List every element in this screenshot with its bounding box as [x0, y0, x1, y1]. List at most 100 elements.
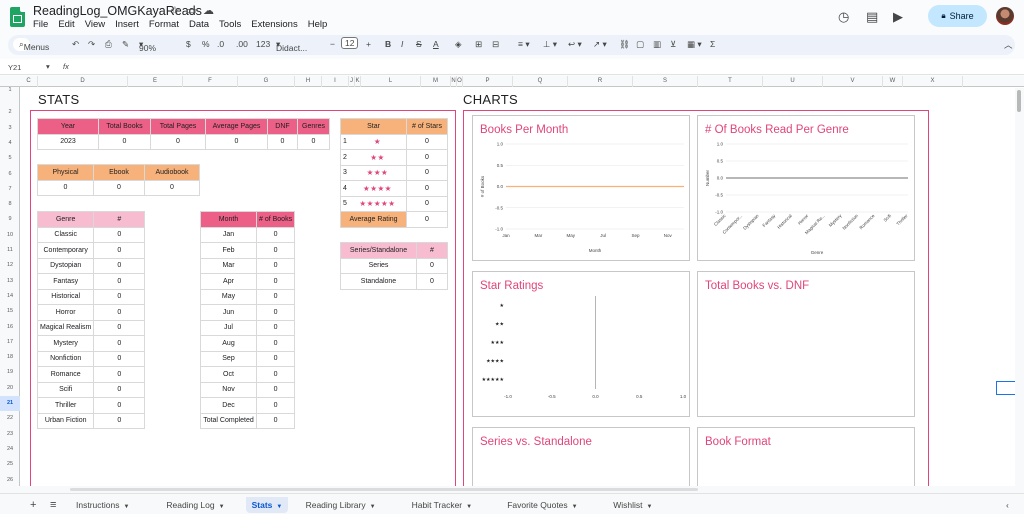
summary-value[interactable]: 0	[205, 133, 268, 150]
month-name[interactable]: Jan	[200, 226, 257, 243]
functions-icon[interactable]: Σ	[710, 39, 715, 49]
genre-name[interactable]: Classic	[36, 226, 95, 243]
genre-count[interactable]: 0	[93, 350, 146, 367]
genre-count[interactable]: 0	[93, 304, 146, 321]
star-rating-icons[interactable]: ★★	[348, 149, 407, 166]
series-name[interactable]: Series	[340, 257, 417, 274]
star-rating-icons[interactable]: ★★★	[348, 164, 407, 181]
month-count[interactable]: 0	[255, 304, 296, 321]
row-header[interactable]: 19	[0, 365, 20, 380]
column-header[interactable]: X	[903, 76, 963, 87]
books-per-genre-chart[interactable]: # Of Books Read Per Genre 1.0 0.5 0.0 -0.5-…	[697, 115, 915, 261]
chevron-down-icon[interactable]: ▼	[276, 504, 282, 510]
genre-count[interactable]: 0	[93, 319, 146, 336]
summary-value[interactable]: 0	[267, 133, 298, 150]
font-size-increase[interactable]: +	[366, 39, 371, 49]
month-count[interactable]: 0	[255, 288, 296, 305]
summary-value[interactable]: 0	[150, 133, 206, 150]
month-count[interactable]: 0	[255, 350, 296, 367]
column-header[interactable]: I	[322, 76, 349, 87]
format-value[interactable]: 0	[144, 179, 200, 196]
star-rating-icons[interactable]: ★★★★★	[348, 195, 407, 212]
genre-count[interactable]: 0	[93, 257, 146, 274]
text-wrap-icon[interactable]: ↩ ▾	[568, 39, 582, 50]
genre-name[interactable]: Horror	[36, 304, 95, 321]
row-header[interactable]: 20	[0, 381, 20, 396]
genre-name[interactable]: Dystopian	[36, 257, 95, 274]
series-count[interactable]: 0	[416, 273, 448, 290]
month-name[interactable]: Total Completed	[200, 412, 257, 429]
row-header[interactable]: 24	[0, 442, 20, 457]
month-count[interactable]: 0	[255, 366, 296, 383]
strikethrough-button[interactable]: S	[416, 39, 422, 49]
month-count[interactable]: 0	[255, 397, 296, 414]
font-size-input[interactable]: 12	[341, 37, 359, 49]
row-header[interactable]: 11	[0, 243, 20, 258]
column-header[interactable]: U	[763, 76, 823, 87]
sheets-logo-icon[interactable]	[10, 7, 25, 27]
menus-search-button[interactable]: ⌕ Menus	[13, 38, 49, 52]
menu-format[interactable]: Format	[149, 19, 179, 30]
fill-color-icon[interactable]: ◈	[455, 39, 462, 50]
genre-name[interactable]: Mystery	[36, 335, 95, 352]
spreadsheet-grid[interactable]: CDEFGHIJKLMNOPQRSTUVWX 1 2 3 4 5 6 7 8 9 10 11 12 13…	[0, 76, 1024, 486]
row-header[interactable]: 4	[0, 136, 20, 151]
month-name[interactable]: Jul	[200, 319, 257, 336]
horizontal-scroll-thumb[interactable]	[70, 488, 698, 491]
row-header[interactable]: 6	[0, 167, 20, 182]
column-header[interactable]: G	[238, 76, 295, 87]
genre-name[interactable]: Magical Realism	[36, 319, 95, 336]
column-header[interactable]: T	[698, 76, 763, 87]
genre-count[interactable]: 0	[93, 412, 146, 429]
row-header[interactable]: 2	[0, 105, 20, 120]
sheet-tab-reading-log[interactable]: Reading Log ▼	[160, 497, 230, 513]
sheet-tab-favorite-quotes[interactable]: Favorite Quotes ▼	[501, 497, 583, 513]
row-header[interactable]: 26	[0, 473, 20, 487]
column-header[interactable]: V	[823, 76, 883, 87]
vertical-scroll-thumb[interactable]	[1017, 90, 1021, 112]
genre-count[interactable]: 0	[93, 381, 146, 398]
horizontal-align-icon[interactable]: ≡ ▾	[518, 39, 530, 50]
star-count[interactable]: 0	[406, 149, 448, 166]
genre-count[interactable]: 0	[93, 288, 146, 305]
row-header[interactable]: 17	[0, 335, 20, 350]
row-header[interactable]: 10	[0, 228, 20, 243]
folder-icon[interactable]: ▭	[186, 4, 196, 17]
redo-icon[interactable]: ↷	[88, 39, 95, 50]
genre-count[interactable]: 0	[93, 226, 146, 243]
comment-icon[interactable]: ▤	[866, 9, 878, 25]
row-header[interactable]: 22	[0, 411, 20, 426]
month-count[interactable]: 0	[255, 257, 296, 274]
decrease-decimal-button[interactable]: .0	[217, 39, 224, 49]
italic-button[interactable]: I	[401, 39, 403, 49]
meet-icon[interactable]: ▶	[893, 9, 903, 25]
column-header[interactable]: F	[183, 76, 238, 87]
row-header[interactable]: 15	[0, 304, 20, 319]
sheet-tab-habit-tracker[interactable]: Habit Tracker ▼	[406, 497, 479, 513]
star-ratings-chart[interactable]: Star Ratings -1.0 -0.5 0.0 0.5 1.0 ★ ★★ ★★★ ★★★★…	[472, 271, 690, 417]
row-header[interactable]: 3	[0, 121, 20, 136]
genre-name[interactable]: Romance	[36, 366, 95, 383]
month-name[interactable]: Jun	[200, 304, 257, 321]
genre-name[interactable]: Urban Fiction	[36, 412, 95, 429]
star-count[interactable]: 0	[406, 195, 448, 212]
merge-cells-icon[interactable]: ⊟	[492, 39, 499, 50]
vertical-align-icon[interactable]: ⊥ ▾	[543, 39, 557, 50]
row-header[interactable]: 23	[0, 427, 20, 442]
menu-extensions[interactable]: Extensions	[251, 19, 297, 30]
genre-count[interactable]: 0	[93, 335, 146, 352]
chevron-down-icon[interactable]: ▼	[370, 504, 376, 510]
column-header[interactable]: M	[421, 76, 451, 87]
row-header[interactable]: 13	[0, 274, 20, 289]
month-name[interactable]: Oct	[200, 366, 257, 383]
column-header[interactable]: R	[568, 76, 633, 87]
font-size-decrease[interactable]: −	[330, 39, 335, 49]
summary-value[interactable]: 2023	[37, 133, 99, 150]
genre-count[interactable]: 0	[93, 397, 146, 414]
summary-value[interactable]: 0	[98, 133, 151, 150]
format-value[interactable]: 0	[37, 179, 94, 196]
genre-name[interactable]: Nonfiction	[36, 350, 95, 367]
chevron-down-icon[interactable]: ▼	[646, 504, 652, 510]
cloud-status-icon[interactable]: ☁	[203, 4, 214, 17]
star-number[interactable]: 4	[339, 180, 349, 197]
